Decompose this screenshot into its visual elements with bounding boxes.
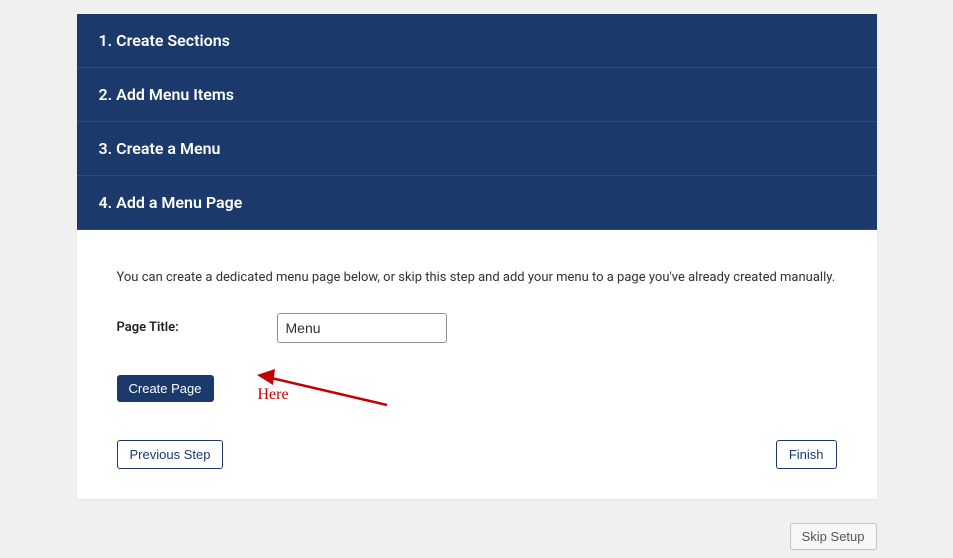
- annotation-text: Here: [258, 386, 289, 404]
- setup-wizard: 1. Create Sections 2. Add Menu Items 3. …: [77, 14, 877, 499]
- nav-row: Previous Step Finish: [117, 440, 837, 469]
- step-description: You can create a dedicated menu page bel…: [117, 268, 837, 289]
- create-page-button[interactable]: Create Page: [117, 375, 214, 402]
- step-content: You can create a dedicated menu page bel…: [77, 230, 877, 499]
- skip-setup-button[interactable]: Skip Setup: [790, 523, 877, 550]
- step-header-1[interactable]: 1. Create Sections: [77, 14, 877, 68]
- step-header-3[interactable]: 3. Create a Menu: [77, 122, 877, 176]
- page-title-row: Page Title:: [117, 313, 837, 343]
- arrow-icon: [257, 365, 397, 415]
- page-title-input[interactable]: [277, 313, 447, 343]
- previous-step-button[interactable]: Previous Step: [117, 440, 224, 469]
- finish-button[interactable]: Finish: [776, 440, 837, 469]
- create-page-area: Create Page Here: [117, 375, 837, 402]
- step-header-4[interactable]: 4. Add a Menu Page: [77, 176, 877, 230]
- page-title-label: Page Title:: [117, 320, 277, 335]
- skip-row: Skip Setup: [77, 523, 877, 550]
- step-header-2[interactable]: 2. Add Menu Items: [77, 68, 877, 122]
